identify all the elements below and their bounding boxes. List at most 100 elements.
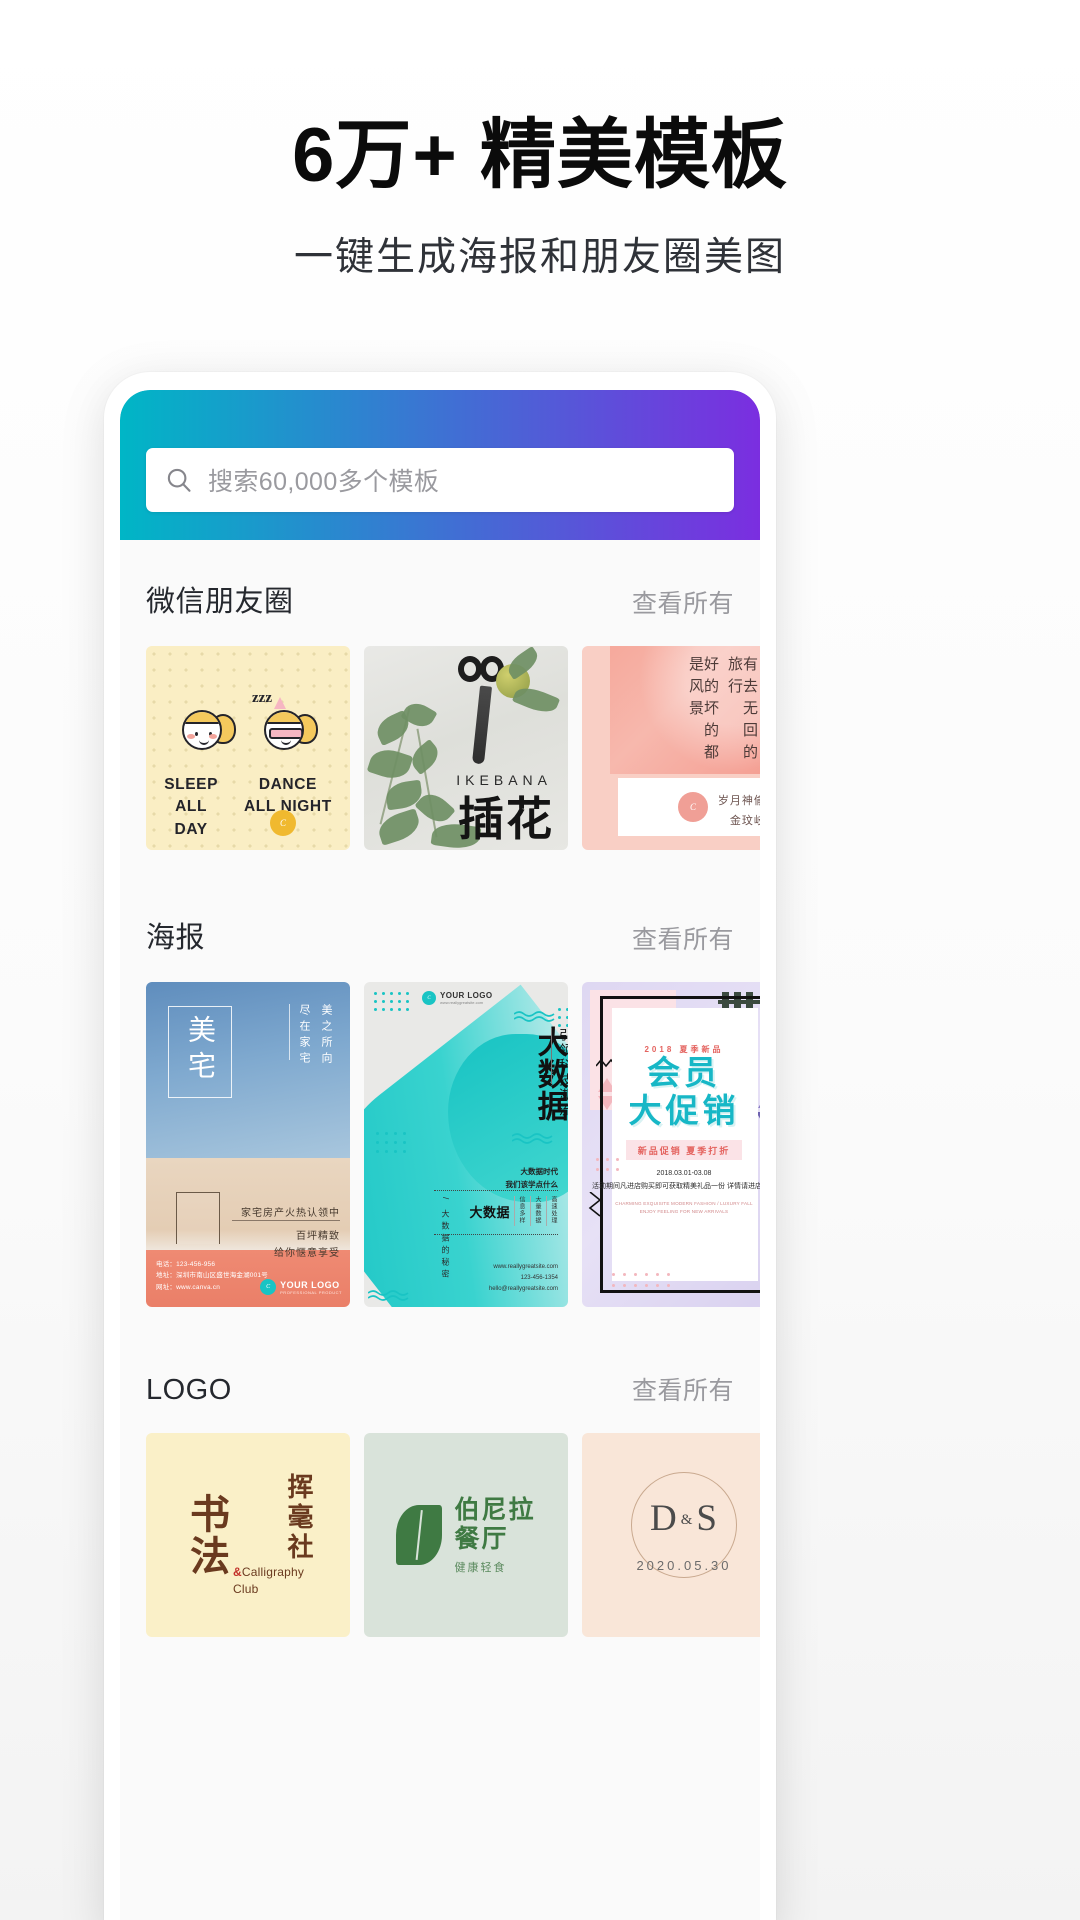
poster-side-text: / 大数据的秘密: [376, 1197, 451, 1281]
template-feed: 微信朋友圈 查看所有 zzz SLEEP ALL DAY DANCE ALL N…: [120, 540, 760, 1637]
app-header-bar: 搜索60,000多个模板: [120, 390, 760, 540]
section-header: 微信朋友圈 查看所有: [146, 540, 734, 646]
canva-badge: C: [678, 792, 708, 822]
poem-text: 岁月是一场 有去无回的旅行 好的坏的都是风景: [590, 656, 760, 768]
english-line: CHARMING EXQUISITE MODERN FASHION / LUXU…: [615, 1201, 753, 1206]
note-line: 大数据时代: [520, 1167, 559, 1176]
search-bar[interactable]: 搜索60,000多个模板: [146, 448, 734, 512]
promo-subtitle: 一键生成海报和朋友圈美图: [293, 236, 786, 279]
leaf-icon: [396, 1505, 443, 1565]
poem-column: 好的坏的都是风景: [687, 656, 718, 766]
side-column: / 大数据的秘密: [441, 1196, 450, 1281]
caption-line: DAY: [174, 820, 208, 838]
side-column: 尽在家宅: [298, 1004, 310, 1068]
view-all-link[interactable]: 查看所有: [632, 1371, 734, 1407]
dotted-divider: [434, 1234, 558, 1235]
monogram-left: D: [650, 1498, 678, 1539]
zzz-label: zzz: [252, 690, 272, 706]
ampersand: &: [233, 1565, 242, 1579]
tag-item: 信息多样: [514, 1196, 526, 1226]
template-card-ikebana[interactable]: IKEBANA 插花: [364, 646, 568, 850]
poster-tags: 大数据 信息多样 大量数据 高速处理: [469, 1196, 558, 1226]
caption-line: SLEEP: [164, 776, 219, 793]
template-card-sleep-all-day[interactable]: zzz SLEEP ALL DAY DANCE ALL NIGHT C: [146, 646, 350, 850]
door-shape: [176, 1192, 220, 1244]
template-card-bonila-restaurant[interactable]: 伯尼拉 餐厅 健康轻食: [364, 1433, 568, 1637]
poster-contact: www.reallygreatsite.com 123-456-1354 hel…: [489, 1262, 558, 1295]
contact-line: www.reallygreatsite.com: [493, 1263, 558, 1270]
contact-line: 地址：深圳市南山区盛世海金湖001号: [156, 1272, 268, 1280]
section-posters: 海报 查看所有 美宅 美之所向 尽在家宅 家宅房产火热认领中 百坪精致 给你惬意…: [120, 876, 760, 1307]
poster-english-note: CHARMING EXQUISITE MODERN FASHION / LUXU…: [582, 1200, 760, 1216]
monogram: D & S: [650, 1497, 718, 1540]
logo-text: YOUR LOGO: [440, 991, 493, 1000]
wave-decoration: [368, 1290, 409, 1301]
template-card-vip-promotion[interactable]: 2018 夏季新品 会员 大促销 新品促销 夏季打折 2018.03.01-03…: [582, 982, 760, 1307]
girl-awake-icon: [176, 704, 238, 756]
canva-badge: C: [260, 1279, 277, 1295]
caption-line: DANCE: [258, 776, 317, 793]
canva-badge: C: [270, 810, 296, 836]
template-row: 书法 挥毫社 &Calligraphy Club 伯尼拉 餐厅 健康轻食 D &…: [146, 1433, 760, 1637]
divider: [289, 1004, 290, 1060]
pill-label: 新品促销 夏季打折: [637, 1145, 731, 1156]
girl-sleeping-icon: zzz: [252, 690, 320, 756]
logo-title-line2: 餐厅: [454, 1524, 509, 1553]
search-input[interactable]: 搜索60,000多个模板: [208, 462, 439, 498]
contact-line: 网址：www.canva.cn: [156, 1283, 221, 1291]
logo-subtitle: 健康轻食: [454, 1561, 507, 1574]
contact-line: hello@reallygreatsite.com: [488, 1285, 558, 1292]
template-card-pink-poem[interactable]: 岁月是一场 有去无回的旅行 好的坏的都是风景 C 岁月神偷 / 金玟岐 /: [582, 646, 760, 850]
poster-logo: C YOUR LOGO www.reallygreatsite.com: [422, 991, 493, 1005]
logo-subtitle-cn: 挥毫社: [284, 1473, 313, 1563]
canva-badge: C: [422, 991, 436, 1005]
section-logo: LOGO 查看所有 书法 挥毫社 &Calligraphy Club 伯尼拉 餐…: [120, 1333, 760, 1637]
template-card-meizhai[interactable]: 美宅 美之所向 尽在家宅 家宅房产火热认领中 百坪精致 给你惬意享受 电话：12…: [146, 982, 350, 1307]
poster-side-text: 美之所向 尽在家宅: [189, 1004, 334, 1068]
logo-en-2: Club: [233, 1582, 259, 1596]
phone-screen: 搜索60,000多个模板 微信朋友圈 查看所有 zzz SLEEP ALL DA…: [120, 390, 760, 1920]
logo-en-1: Calligraphy: [241, 1565, 305, 1579]
date-sub-line: 活动期间凡进店购买即可获取精美礼品一份 详情请进店咨询: [592, 1182, 760, 1190]
search-icon: [167, 468, 191, 492]
logo-text: YOUR LOGO: [280, 1279, 340, 1290]
logo-subtext: www.reallygreatsite.com: [440, 1000, 484, 1005]
tag-main: 大数据: [469, 1204, 510, 1220]
contact-line: 电话：123-456-956: [156, 1260, 216, 1268]
card-caption: SLEEP ALL DAY DANCE ALL NIGHT: [146, 774, 350, 841]
template-card-ds-monogram[interactable]: D & S 2020.05.30: [582, 1433, 760, 1637]
logo-en-line: &Calligraphy: [233, 1565, 311, 1580]
card-title-cn: 插花: [458, 793, 554, 845]
contact-info: 电话：123-456-956 地址：深圳市南山区盛世海金湖001号 网址：www…: [156, 1259, 268, 1293]
side-column: 美之所向: [320, 1004, 332, 1068]
poster-headline-2: 大促销: [628, 1092, 740, 1129]
tag-item: 大量数据: [530, 1196, 542, 1226]
template-card-bigdata-summit[interactable]: C YOUR LOGO www.reallygreatsite.com 时代峰会…: [364, 982, 568, 1307]
poster-note: 大数据时代 我们该学点什么: [506, 1166, 559, 1192]
caption-line: ALL: [175, 798, 208, 816]
poster-subhead: 引领科技潮流: [456, 1028, 568, 1118]
dotted-divider: [434, 1190, 558, 1191]
signature-line: 岁月神偷 /: [717, 795, 760, 808]
divider: [551, 1028, 552, 1084]
template-card-calligraphy-club[interactable]: 书法 挥毫社 &Calligraphy Club: [146, 1433, 350, 1637]
poster-pill: 新品促销 夏季打折: [626, 1140, 742, 1160]
tagline-line: 百坪精致: [296, 1231, 340, 1242]
subhead-column: 引领科技潮流: [557, 1028, 568, 1118]
poster-tagline-2: 百坪精致 给你惬意享受: [274, 1228, 340, 1262]
template-row: zzz SLEEP ALL DAY DANCE ALL NIGHT C IKEB…: [146, 646, 760, 850]
poster-tagline-1: 家宅房产火热认领中: [241, 1208, 340, 1219]
leaf-decoration: [406, 738, 444, 776]
logo-subtext: PROFESSIONAL PRODUCT: [280, 1289, 342, 1295]
poster-logo: C YOUR LOGO PROFESSIONAL PRODUCT: [260, 1279, 342, 1295]
logo-title-cn: 书法: [184, 1493, 229, 1577]
view-all-link[interactable]: 查看所有: [632, 920, 734, 956]
section-title: LOGO: [146, 1374, 232, 1406]
view-all-link[interactable]: 查看所有: [632, 584, 734, 620]
phone-mockup: 搜索60,000多个模板 微信朋友圈 查看所有 zzz SLEEP ALL DA…: [104, 372, 776, 1920]
wave-decoration: [514, 1011, 555, 1022]
monogram-ampersand: &: [680, 1512, 694, 1528]
poster-date-block: 2018.03.01-03.08 活动期间凡进店购买即可获取精美礼品一份 详情请…: [582, 1168, 760, 1193]
poem-column: 有去无回的旅行: [726, 656, 757, 766]
illustration-faces: zzz: [146, 690, 350, 756]
